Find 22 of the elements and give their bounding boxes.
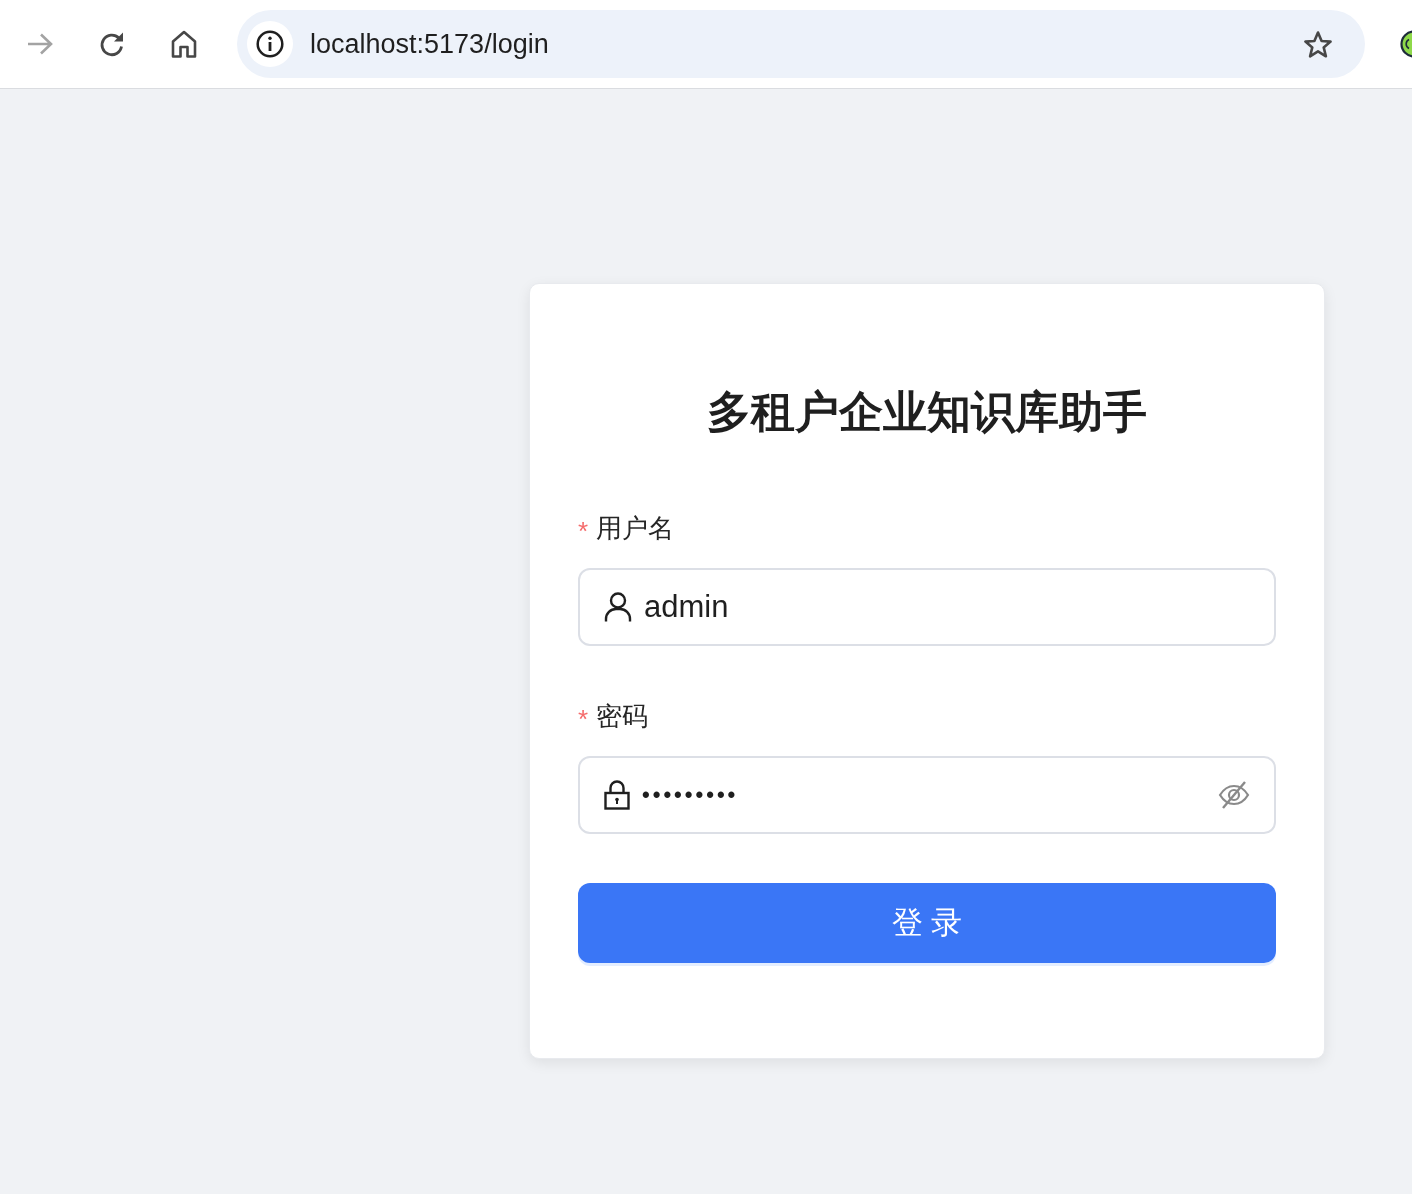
password-field[interactable]: ••••••••• [578,756,1276,834]
login-button[interactable]: 登 录 [578,883,1276,963]
field-label: 用户名 [596,511,675,545]
username-value: admin [644,589,730,625]
site-info-icon[interactable] [247,21,293,67]
app-title: 多租户企业知识库助手 [706,386,1148,438]
password-value: ••••••••• [642,782,740,808]
username-field[interactable]: admin [578,568,1276,646]
home-icon [171,30,197,58]
show-password-button[interactable] [1218,780,1250,810]
address-bar[interactable]: localhost:5173/login [237,10,1365,78]
extension-icon[interactable] [1400,30,1412,58]
forward-arrow-icon [27,33,53,55]
user-icon [604,592,632,622]
bookmark-star-icon[interactable] [1303,29,1333,59]
eye-slash-icon [1218,780,1250,810]
required-asterisk: * [578,703,589,732]
lock-icon [604,780,630,810]
url-text: localhost:5173/login [310,28,550,60]
field-label: 密码 [596,699,649,733]
reload-icon [99,30,125,58]
required-asterisk: * [578,515,589,544]
